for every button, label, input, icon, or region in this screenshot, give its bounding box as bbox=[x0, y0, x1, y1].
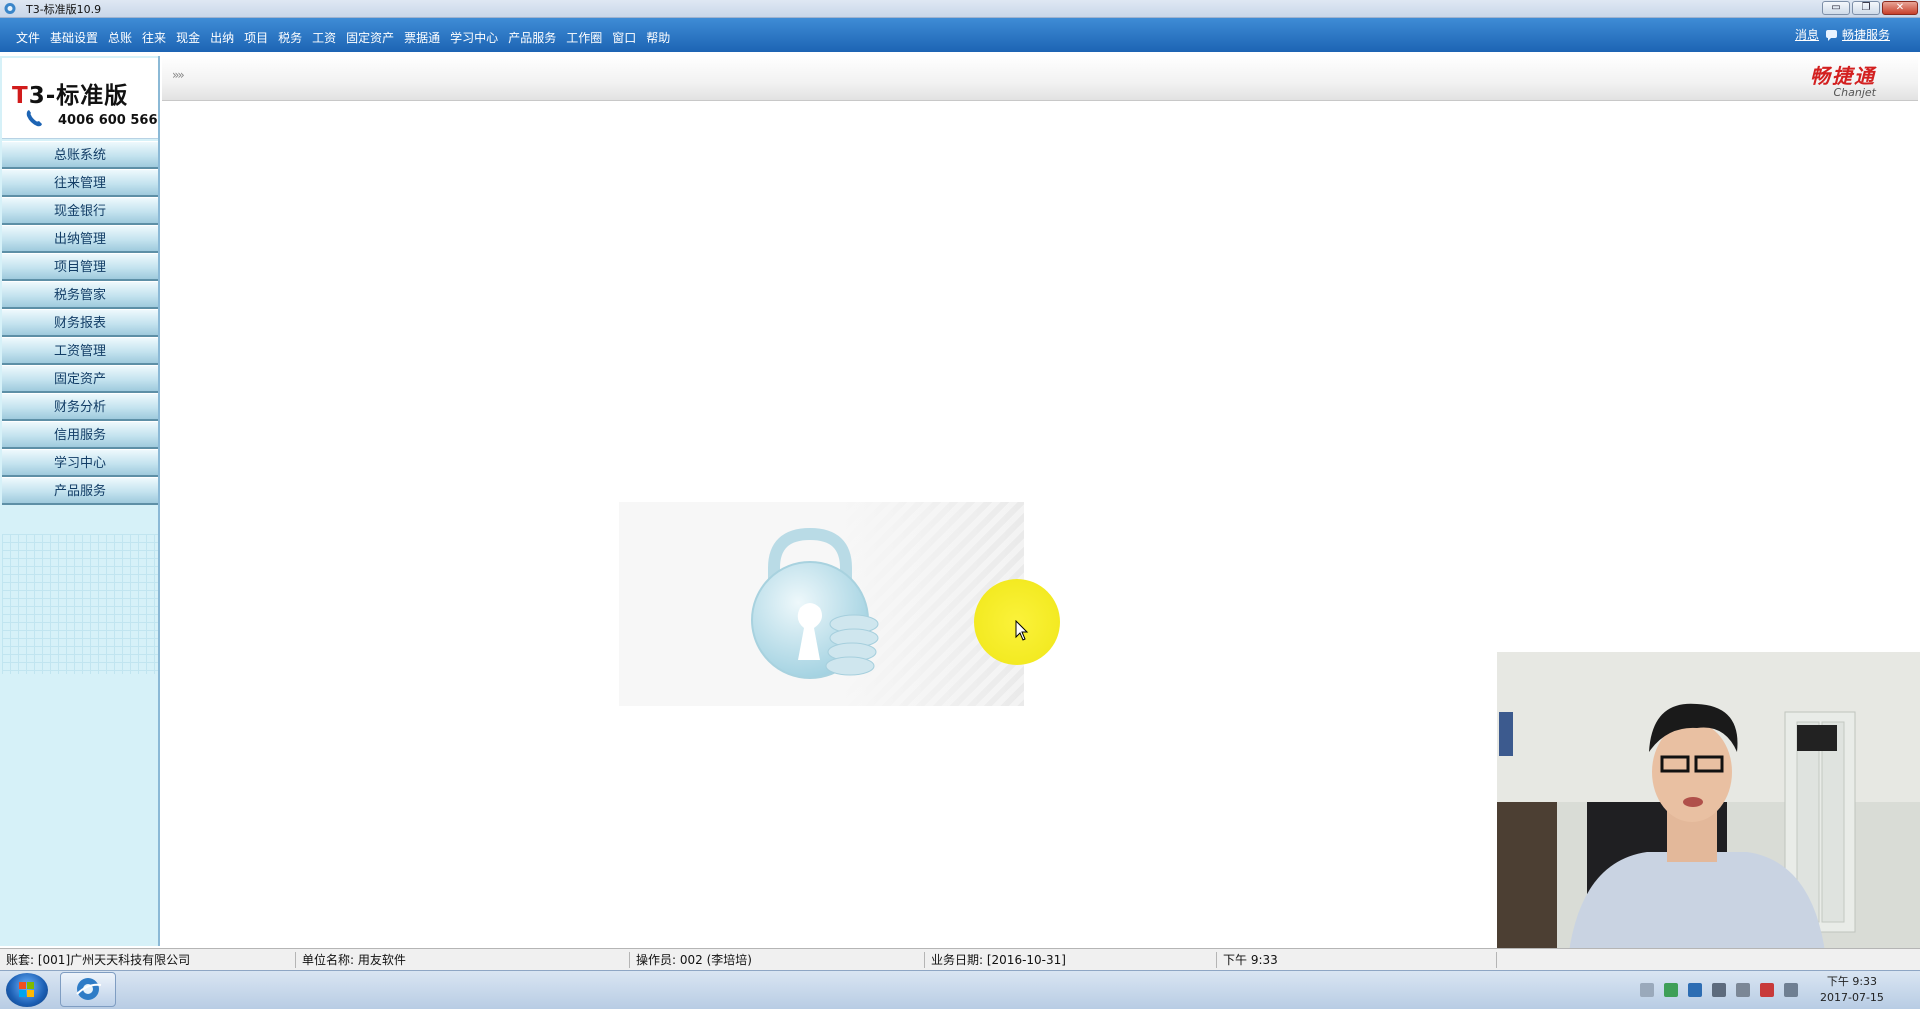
sidebar-item-product-service[interactable]: 产品服务 bbox=[2, 477, 158, 505]
sidebar-item-reports[interactable]: 财务报表 bbox=[2, 309, 158, 337]
title-bar: T3-标准版10.9 ▭ ❐ ✕ bbox=[0, 0, 1920, 18]
t3-app-icon bbox=[76, 978, 102, 1000]
phone-number: 4006 600 566 bbox=[58, 113, 158, 128]
tools-icon[interactable] bbox=[1712, 983, 1726, 997]
taskbar-t3-app[interactable] bbox=[60, 972, 116, 1007]
volume-icon[interactable] bbox=[1784, 983, 1798, 997]
ime-icon[interactable] bbox=[1688, 983, 1702, 997]
lock-splash bbox=[619, 502, 1024, 706]
device-icon[interactable] bbox=[1736, 983, 1750, 997]
sidebar-item-fixed-assets[interactable]: 固定资产 bbox=[2, 365, 158, 393]
menu-bill-pass[interactable]: 票据通 bbox=[404, 29, 440, 46]
status-account: 账套: [001]广州天天科技有限公司 bbox=[0, 952, 296, 968]
status-unit: 单位名称: 用友软件 bbox=[296, 952, 630, 968]
menu-items: 文件 基础设置 总账 往来 现金 出纳 项目 税务 工资 固定资产 票据通 学习… bbox=[16, 29, 680, 46]
system-tray bbox=[1640, 983, 1808, 997]
start-button[interactable] bbox=[6, 973, 48, 1007]
sidebar-item-project[interactable]: 项目管理 bbox=[2, 253, 158, 281]
close-button[interactable]: ✕ bbox=[1882, 1, 1918, 15]
status-business-date: 业务日期: [2016-10-31] bbox=[925, 952, 1217, 968]
keyboard-icon[interactable] bbox=[1640, 983, 1654, 997]
status-bar: 账套: [001]广州天天科技有限公司 单位名称: 用友软件 操作员: 002 … bbox=[0, 948, 1920, 971]
windows-logo-icon bbox=[19, 982, 34, 997]
menu-file[interactable]: 文件 bbox=[16, 29, 40, 46]
sidebar-logo: T3-标准版 4006 600 566 bbox=[2, 58, 158, 139]
sidebar-item-accounts[interactable]: 往来管理 bbox=[2, 169, 158, 197]
sidebar-pattern bbox=[2, 534, 158, 674]
message-link[interactable]: 消息 bbox=[1795, 26, 1819, 43]
app-icon bbox=[4, 3, 16, 14]
menu-accounts[interactable]: 往来 bbox=[142, 29, 166, 46]
sidebar-item-learning[interactable]: 学习中心 bbox=[2, 449, 158, 477]
chanjet-service-link[interactable]: 畅捷服务 bbox=[1842, 26, 1890, 43]
menu-basic-settings[interactable]: 基础设置 bbox=[50, 29, 98, 46]
pen-icon[interactable] bbox=[1664, 983, 1678, 997]
window-title: T3-标准版10.9 bbox=[26, 3, 102, 16]
mouse-cursor-icon bbox=[1015, 620, 1029, 641]
menu-general-ledger[interactable]: 总账 bbox=[108, 29, 132, 46]
sidebar-item-general-ledger[interactable]: 总账系统 bbox=[2, 141, 158, 169]
network-icon[interactable] bbox=[1760, 983, 1774, 997]
status-time: 下午 9:33 bbox=[1217, 952, 1497, 968]
sidebar-nav: 总账系统 往来管理 现金银行 出纳管理 项目管理 税务管家 财务报表 工资管理 … bbox=[2, 141, 158, 505]
menu-payroll[interactable]: 工资 bbox=[312, 29, 336, 46]
status-operator: 操作员: 002 (李培培) bbox=[630, 952, 925, 968]
menu-tax[interactable]: 税务 bbox=[278, 29, 302, 46]
sidebar-item-cashier[interactable]: 出纳管理 bbox=[2, 225, 158, 253]
expand-toggle[interactable]: »» bbox=[172, 68, 185, 82]
sidebar-item-analysis[interactable]: 财务分析 bbox=[2, 393, 158, 421]
phone-icon bbox=[26, 110, 42, 127]
webcam-person-image bbox=[1497, 652, 1920, 968]
lock-icon bbox=[751, 527, 879, 679]
clock-date: 2017-07-15 bbox=[1820, 991, 1884, 1004]
minimize-button[interactable]: ▭ bbox=[1822, 1, 1850, 15]
taskbar-clock[interactable]: 下午 9:33 2017-07-15 bbox=[1820, 974, 1884, 1006]
chanjet-logo: 畅捷通 Chanjet bbox=[1810, 64, 1876, 99]
menu-learning-center[interactable]: 学习中心 bbox=[450, 29, 498, 46]
sidebar: T3-标准版 4006 600 566 总账系统 往来管理 现金银行 出纳管理 … bbox=[0, 56, 160, 946]
menu-project[interactable]: 项目 bbox=[244, 29, 268, 46]
sidebar-item-payroll[interactable]: 工资管理 bbox=[2, 337, 158, 365]
webcam-overlay bbox=[1497, 652, 1920, 968]
menu-work-circle[interactable]: 工作圈 bbox=[566, 29, 602, 46]
maximize-button[interactable]: ❐ bbox=[1852, 1, 1880, 15]
menu-help[interactable]: 帮助 bbox=[646, 29, 670, 46]
menu-cash[interactable]: 现金 bbox=[176, 29, 200, 46]
menu-right: 消息 畅捷服务 bbox=[1795, 26, 1890, 43]
chat-icon bbox=[1825, 29, 1837, 41]
t3-logo: T3-标准版 bbox=[12, 83, 129, 109]
sidebar-item-tax[interactable]: 税务管家 bbox=[2, 281, 158, 309]
menu-window[interactable]: 窗口 bbox=[612, 29, 636, 46]
menu-fixed-assets[interactable]: 固定资产 bbox=[346, 29, 394, 46]
main-header: »» 畅捷通 Chanjet bbox=[162, 56, 1918, 101]
sidebar-item-credit[interactable]: 信用服务 bbox=[2, 421, 158, 449]
menu-bar: 文件 基础设置 总账 往来 现金 出纳 项目 税务 工资 固定资产 票据通 学习… bbox=[0, 18, 1920, 52]
clock-time: 下午 9:33 bbox=[1826, 975, 1878, 988]
menu-cashier[interactable]: 出纳 bbox=[210, 29, 234, 46]
menu-product-service[interactable]: 产品服务 bbox=[508, 29, 556, 46]
taskbar: 下午 9:33 2017-07-15 bbox=[0, 970, 1920, 1009]
sidebar-item-cash-bank[interactable]: 现金银行 bbox=[2, 197, 158, 225]
